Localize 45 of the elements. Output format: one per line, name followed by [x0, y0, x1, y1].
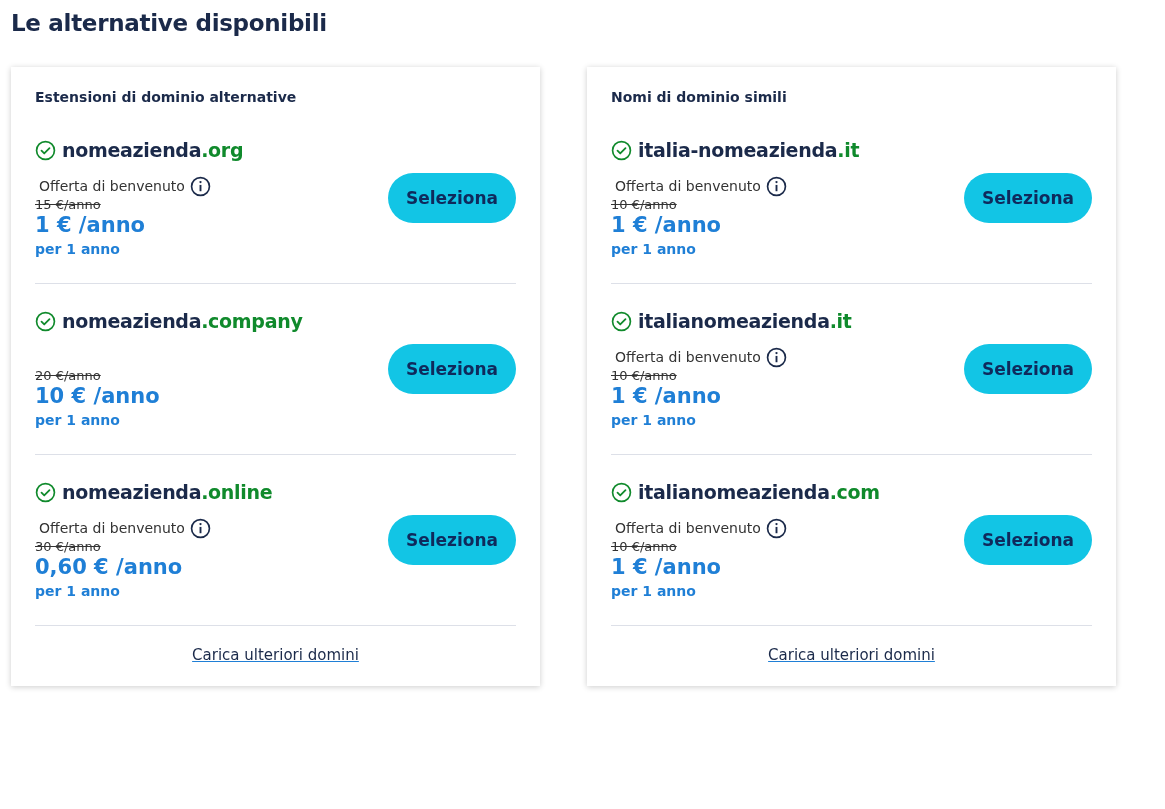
select-button[interactable]: Seleziona — [963, 515, 1092, 565]
select-button[interactable]: Seleziona — [963, 173, 1092, 223]
domain-name: italianomeazienda.com — [638, 481, 880, 503]
select-button[interactable]: Seleziona — [387, 515, 516, 565]
domain-name: italianomeazienda.it — [638, 310, 852, 332]
info-icon[interactable] — [189, 175, 211, 197]
old-price: 20 €/anno — [35, 368, 102, 383]
old-price: 10 €/anno — [611, 197, 678, 212]
panel-heading: Nomi di dominio simili — [611, 89, 788, 105]
load-more-link[interactable]: Carica ulteriori domini — [768, 646, 935, 664]
select-button[interactable]: Seleziona — [387, 173, 516, 223]
old-price: 30 €/anno — [35, 539, 102, 554]
price-term: per 1 anno — [611, 583, 697, 599]
price: 0,60 € /anno — [35, 555, 184, 579]
price: 10 € /anno — [35, 384, 161, 408]
select-button[interactable]: Seleziona — [387, 344, 516, 394]
price: 1 € /anno — [611, 555, 722, 579]
info-icon[interactable] — [765, 517, 787, 539]
info-icon[interactable] — [765, 175, 787, 197]
price-term: per 1 anno — [35, 241, 121, 257]
domain-name: nomeazienda.org — [62, 139, 244, 161]
price-term: per 1 anno — [35, 583, 121, 599]
info-icon[interactable] — [189, 517, 211, 539]
old-price: 10 €/anno — [611, 368, 678, 383]
offer-label: Offerta di benvenuto — [39, 178, 185, 194]
price-term: per 1 anno — [611, 241, 697, 257]
domain-name: italia-nomeazienda.it — [638, 139, 860, 161]
offer-label: Offerta di benvenuto — [615, 178, 761, 194]
select-button[interactable]: Seleziona — [963, 344, 1092, 394]
offer-label: Offerta di benvenuto — [39, 520, 185, 536]
old-price: 15 €/anno — [35, 197, 102, 212]
price: 1 € /anno — [35, 213, 146, 237]
domain-name: nomeazienda.online — [62, 481, 273, 503]
price-term: per 1 anno — [35, 412, 121, 428]
domain-name: nomeazienda.company — [62, 310, 303, 332]
old-price: 10 €/anno — [611, 539, 678, 554]
price: 1 € /anno — [611, 213, 722, 237]
load-more-link[interactable]: Carica ulteriori domini — [192, 646, 359, 664]
offer-label: Offerta di benvenuto — [615, 349, 761, 365]
page-title: Le alternative disponibili — [11, 10, 328, 36]
info-icon[interactable] — [765, 346, 787, 368]
panel-heading: Estensioni di dominio alternative — [35, 89, 298, 105]
price-term: per 1 anno — [611, 412, 697, 428]
price: 1 € /anno — [611, 384, 722, 408]
offer-label: Offerta di benvenuto — [615, 520, 761, 536]
